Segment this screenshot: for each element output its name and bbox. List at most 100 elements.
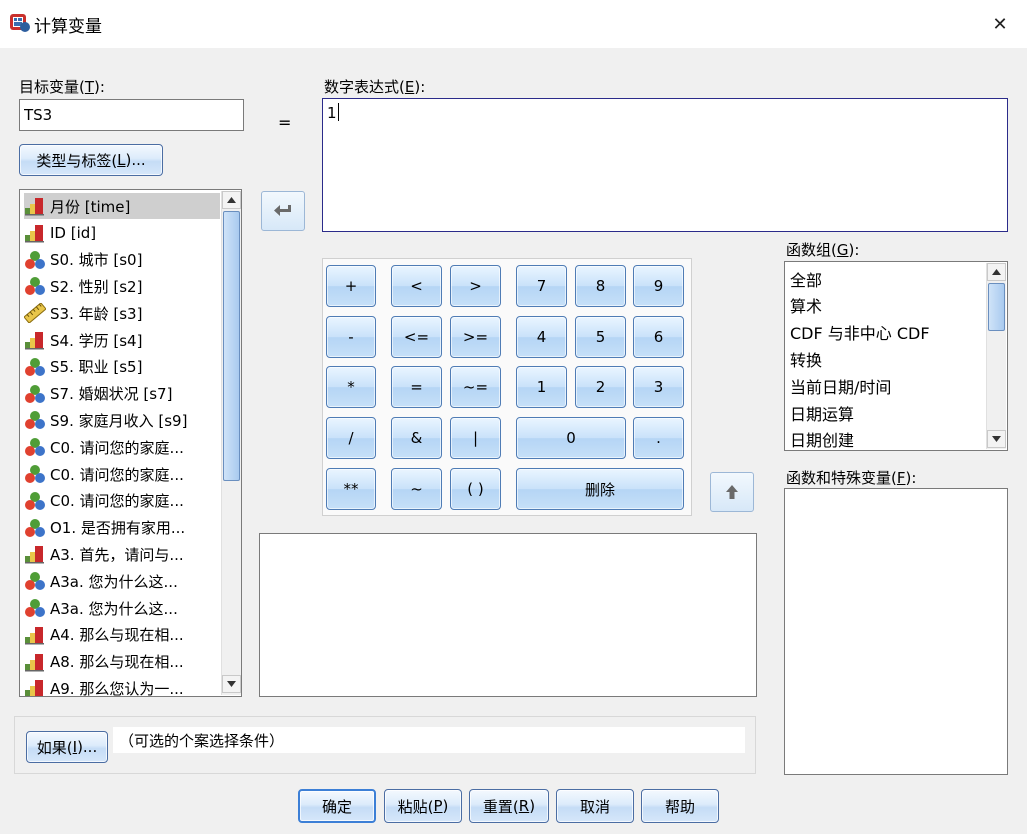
scale-bar-icon (24, 625, 46, 645)
key-4[interactable]: 4 (516, 316, 567, 358)
equals-sign: = (278, 113, 292, 132)
scroll-up-button[interactable] (987, 263, 1006, 281)
key-and[interactable]: & (391, 417, 442, 459)
key-plus[interactable]: + (326, 265, 376, 307)
function-group-item[interactable]: 算术 (790, 292, 822, 319)
scale-bar-icon (24, 196, 46, 216)
key-or[interactable]: | (450, 417, 501, 459)
move-function-up-button[interactable] (710, 472, 754, 512)
nominal-icon (24, 464, 46, 484)
ok-button[interactable]: 确定 (298, 789, 376, 823)
function-group-item[interactable]: 日期运算 (790, 399, 854, 426)
key-6[interactable]: 6 (633, 316, 684, 358)
key-parentheses[interactable]: ( ) (450, 468, 501, 510)
scroll-down-button[interactable] (987, 430, 1006, 448)
variable-label: S5. 职业 [s5] (50, 358, 143, 377)
function-group-item[interactable]: 日期创建 (790, 426, 854, 450)
variable-list-item[interactable]: S7. 婚姻状况 [s7] (24, 381, 220, 407)
variable-list-item[interactable]: A8. 那么与现在相... (24, 649, 220, 675)
variable-list-item[interactable]: S4. 学历 [s4] (24, 327, 220, 353)
nominal-icon (24, 598, 46, 618)
variable-list-item[interactable]: C0. 请问您的家庭... (24, 434, 220, 460)
variable-list-item[interactable]: S9. 家庭月收入 [s9] (24, 407, 220, 433)
reset-button[interactable]: 重置(R) (469, 789, 549, 823)
function-group-item[interactable]: CDF 与非中心 CDF (790, 319, 930, 346)
scroll-thumb[interactable] (223, 211, 240, 481)
variable-list-scrollbar[interactable] (221, 191, 241, 695)
nominal-icon (24, 276, 46, 296)
key-2[interactable]: 2 (575, 366, 626, 408)
variable-label: A9. 那么您认为一... (50, 679, 184, 697)
arrow-return-left-icon (274, 205, 291, 216)
scroll-up-button[interactable] (222, 191, 241, 209)
variable-list-item[interactable]: A9. 那么您认为一... (24, 675, 220, 697)
variable-list-item[interactable]: S3. 年龄 [s3] (24, 300, 220, 326)
variable-label: S2. 性别 [s2] (50, 277, 143, 296)
function-group-item[interactable]: 当前日期/时间 (790, 372, 891, 399)
functions-special-vars-list[interactable] (784, 488, 1008, 775)
variable-list-item[interactable]: A3. 首先，请问与... (24, 541, 220, 567)
variable-label: 月份 [time] (50, 197, 131, 216)
key-delete[interactable]: 删除 (516, 468, 684, 510)
key-0[interactable]: 0 (516, 417, 626, 459)
variable-list-item[interactable]: A3a. 您为什么这... (24, 595, 220, 621)
help-button[interactable]: 帮助 (641, 789, 719, 823)
variable-label: C0. 请问您的家庭... (50, 492, 184, 511)
variable-list-item[interactable]: ID [id] (24, 220, 220, 246)
variable-list-item[interactable]: O1. 是否拥有家用... (24, 515, 220, 541)
cancel-button[interactable]: 取消 (556, 789, 634, 823)
variable-list-item[interactable]: S2. 性别 [s2] (24, 273, 220, 299)
case-selection-condition: （可选的个案选择条件） (113, 727, 745, 753)
function-group-item[interactable]: 转换 (790, 345, 822, 372)
key-less-equal[interactable]: <= (391, 316, 442, 358)
key-multiply[interactable]: * (326, 366, 376, 408)
window-title: 计算变量 (34, 17, 102, 37)
nominal-icon (24, 437, 46, 457)
key-minus[interactable]: - (326, 316, 376, 358)
key-7[interactable]: 7 (516, 265, 567, 307)
variable-list-item[interactable]: C0. 请问您的家庭... (24, 488, 220, 514)
target-variable-input[interactable] (19, 99, 244, 131)
scroll-down-button[interactable] (222, 675, 241, 693)
chevron-up-icon (992, 269, 1001, 275)
variable-list-item[interactable]: S5. 职业 [s5] (24, 354, 220, 380)
variable-list[interactable]: 月份 [time] ID [id] S0. 城市 [s0] S2. 性别 [s2] S3… (19, 189, 242, 697)
variable-list-item[interactable]: 月份 [time] (24, 193, 220, 219)
variable-label: A4. 那么与现在相... (50, 626, 184, 645)
expression-text: 1 (327, 104, 337, 122)
key-divide[interactable]: / (326, 417, 376, 459)
function-group-item[interactable]: 全部 (790, 265, 822, 292)
key-not-equal[interactable]: ~= (450, 366, 501, 408)
key-decimal[interactable]: . (633, 417, 684, 459)
key-3[interactable]: 3 (633, 366, 684, 408)
key-greater-equal[interactable]: >= (450, 316, 501, 358)
nominal-icon (24, 571, 46, 591)
key-not[interactable]: ~ (391, 468, 442, 510)
numeric-expression-input[interactable]: 1 (322, 98, 1008, 232)
key-5[interactable]: 5 (575, 316, 626, 358)
numeric-expression-label: 数字表达式(E): (324, 78, 426, 96)
key-less-than[interactable]: < (391, 265, 442, 307)
function-group-label: 函数组(G): (786, 241, 860, 259)
type-and-label-button[interactable]: 类型与标签(L)... (19, 144, 163, 176)
variable-list-item[interactable]: S0. 城市 [s0] (24, 247, 220, 273)
function-group-list[interactable]: 全部 算术 CDF 与非中心 CDF 转换 当前日期/时间 日期运算 日期创建 (784, 261, 1008, 451)
move-to-expression-button[interactable] (261, 191, 305, 231)
scroll-thumb[interactable] (988, 283, 1005, 331)
paste-button[interactable]: 粘贴(P) (384, 789, 462, 823)
variable-list-item[interactable]: A4. 那么与现在相... (24, 622, 220, 648)
key-power[interactable]: ** (326, 468, 376, 510)
key-9[interactable]: 9 (633, 265, 684, 307)
functions-special-vars-label: 函数和特殊变量(F): (786, 469, 917, 487)
scale-bar-icon (24, 223, 46, 243)
if-button[interactable]: 如果(I)... (26, 731, 108, 763)
variable-label: A3a. 您为什么这... (50, 599, 178, 618)
function-group-scrollbar[interactable] (986, 263, 1006, 449)
variable-list-item[interactable]: C0. 请问您的家庭... (24, 461, 220, 487)
close-button[interactable]: ✕ (984, 8, 1016, 40)
key-equal[interactable]: = (391, 366, 442, 408)
key-greater-than[interactable]: > (450, 265, 501, 307)
key-1[interactable]: 1 (516, 366, 567, 408)
key-8[interactable]: 8 (575, 265, 626, 307)
variable-list-item[interactable]: A3a. 您为什么这... (24, 568, 220, 594)
